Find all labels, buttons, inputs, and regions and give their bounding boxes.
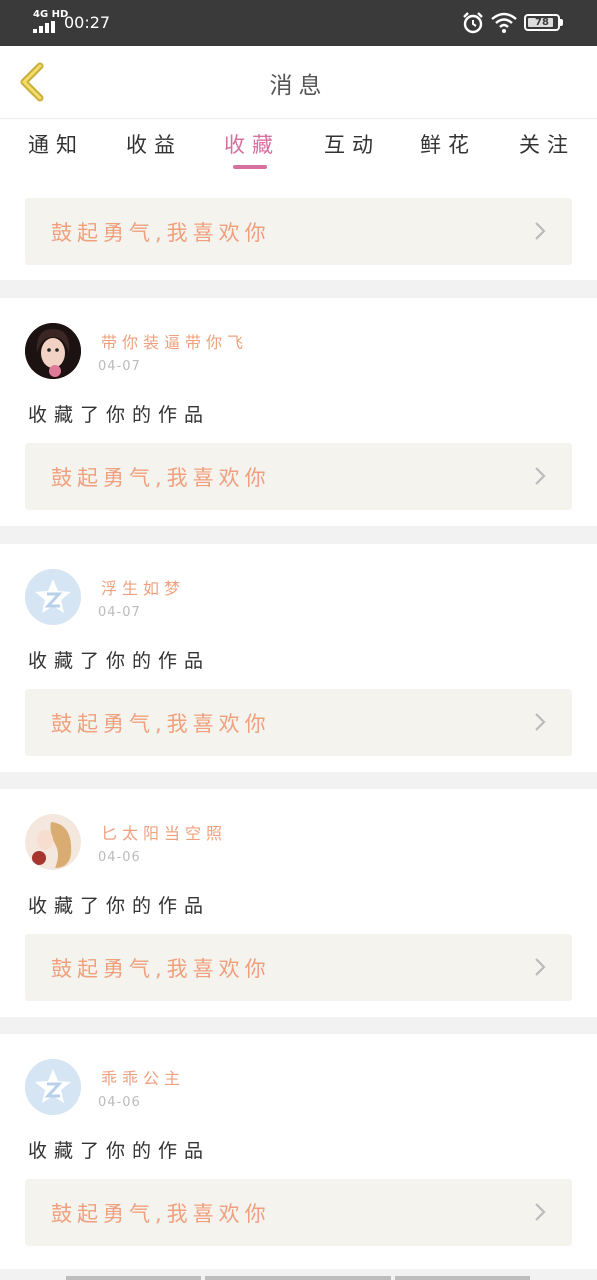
- page-title: 消息: [269, 73, 328, 99]
- default-avatar-icon[interactable]: [25, 569, 81, 625]
- work-link[interactable]: 鼓起勇气,我喜欢你: [25, 689, 572, 756]
- nav-gesture-bar: [395, 1276, 530, 1280]
- chevron-right-icon: [535, 222, 546, 240]
- wifi-icon: [491, 12, 517, 33]
- username[interactable]: 带你装逼带你飞: [101, 329, 248, 353]
- message-date: 04-06: [98, 1095, 141, 1110]
- chevron-right-icon: [535, 958, 546, 976]
- username[interactable]: 浮生如梦: [101, 575, 185, 599]
- work-link[interactable]: 鼓起勇气,我喜欢你: [25, 443, 572, 510]
- tab-interactions[interactable]: 互动: [324, 129, 380, 159]
- username[interactable]: 匕太阳当空照: [101, 820, 227, 844]
- action-text: 收藏了你的作品: [28, 650, 211, 672]
- message-date: 04-06: [98, 850, 141, 865]
- username[interactable]: 乖乖公主: [101, 1065, 185, 1089]
- nav-gesture-bar: [66, 1276, 201, 1280]
- tab-earnings[interactable]: 收益: [126, 129, 182, 159]
- work-link[interactable]: 鼓起勇气,我喜欢你: [25, 934, 572, 1001]
- message-card: 乖乖公主 04-06 收藏了你的作品 鼓起勇气,我喜欢你: [0, 1034, 597, 1269]
- work-link[interactable]: 鼓起勇气,我喜欢你: [25, 1179, 572, 1246]
- work-title: 鼓起勇气,我喜欢你: [51, 712, 271, 736]
- message-date: 04-07: [98, 605, 141, 620]
- tab-bar: 通知 收益 收藏 互动 鲜花 关注: [0, 119, 597, 171]
- message-card-partial: 鼓起勇气,我喜欢你: [0, 171, 597, 280]
- action-text: 收藏了你的作品: [28, 1140, 211, 1162]
- status-time: 00:27: [64, 13, 111, 32]
- nav-gesture-bar: [205, 1276, 391, 1280]
- tab-favorites[interactable]: 收藏: [224, 129, 280, 159]
- active-tab-indicator: [233, 165, 267, 169]
- chevron-right-icon: [535, 467, 546, 485]
- alarm-icon: [463, 12, 483, 34]
- avatar[interactable]: [25, 323, 81, 379]
- work-link[interactable]: 鼓起勇气,我喜欢你: [25, 198, 572, 265]
- tab-flowers[interactable]: 鲜花: [420, 129, 476, 159]
- chevron-right-icon: [535, 713, 546, 731]
- work-title: 鼓起勇气,我喜欢你: [51, 1202, 271, 1226]
- signal-icon: [33, 21, 57, 33]
- action-text: 收藏了你的作品: [28, 895, 211, 917]
- message-card: 浮生如梦 04-07 收藏了你的作品 鼓起勇气,我喜欢你: [0, 544, 597, 772]
- chevron-right-icon: [535, 1203, 546, 1221]
- tab-notifications[interactable]: 通知: [28, 129, 84, 159]
- action-text: 收藏了你的作品: [28, 404, 211, 426]
- work-title: 鼓起勇气,我喜欢你: [51, 221, 271, 245]
- message-card: 匕太阳当空照 04-06 收藏了你的作品 鼓起勇气,我喜欢你: [0, 789, 597, 1017]
- status-bar: 4G HD 00:27 78: [0, 0, 597, 46]
- work-title: 鼓起勇气,我喜欢你: [51, 466, 271, 490]
- work-title: 鼓起勇气,我喜欢你: [51, 957, 271, 981]
- header: 消息: [0, 46, 597, 119]
- avatar[interactable]: [25, 814, 81, 870]
- default-avatar-icon[interactable]: [25, 1059, 81, 1115]
- battery-level: 78: [535, 17, 549, 28]
- message-date: 04-07: [98, 359, 141, 374]
- tab-following[interactable]: 关注: [519, 129, 575, 159]
- battery-icon: 78: [524, 14, 560, 31]
- message-card: 带你装逼带你飞 04-07 收藏了你的作品 鼓起勇气,我喜欢你: [0, 298, 597, 526]
